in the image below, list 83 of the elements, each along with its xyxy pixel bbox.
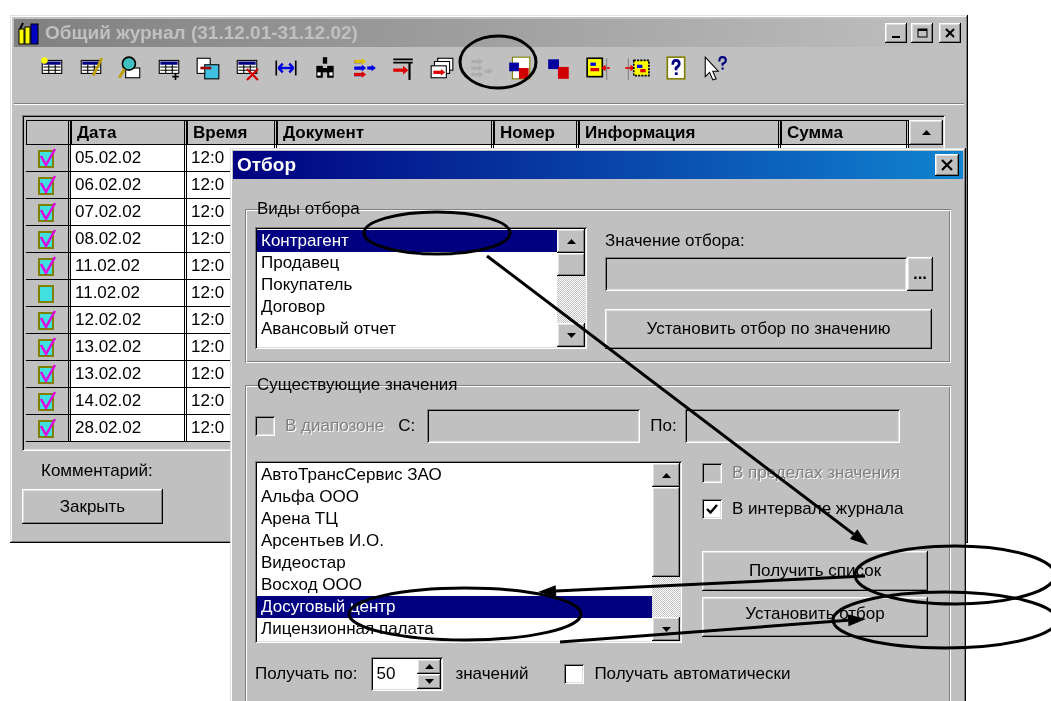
copy-icon xyxy=(194,55,221,81)
scroll-up-button[interactable] xyxy=(652,463,680,487)
panel-arrow-icon xyxy=(584,55,611,81)
column-header[interactable]: Сумма xyxy=(781,120,909,145)
spin-value: 50 xyxy=(375,663,397,685)
minimize-button[interactable] xyxy=(885,23,907,43)
scrollbar-thumb[interactable] xyxy=(652,487,680,577)
field-label: По: xyxy=(650,416,677,436)
list-item[interactable]: Арсентьев И.О. xyxy=(257,530,652,552)
list-box[interactable]: Контрагент Продавец Покупатель Договор Авансовый отчет xyxy=(255,227,587,349)
column-header[interactable]: Информация xyxy=(579,120,781,145)
close-button[interactable] xyxy=(935,154,959,176)
posted-document-icon xyxy=(37,309,57,331)
scroll-up-icon xyxy=(921,130,931,135)
posted-document-icon xyxy=(37,255,57,277)
field-label: Получать по: xyxy=(255,664,358,684)
posted-document-icon xyxy=(37,174,57,196)
column-header[interactable]: Время xyxy=(187,120,277,145)
browse-button[interactable]: ... xyxy=(907,257,933,291)
checkbox-label: В диапозоне xyxy=(285,416,385,436)
column-header[interactable]: Номер xyxy=(494,120,579,145)
table-cell: 11.02.02 xyxy=(71,253,187,280)
posted-document-icon xyxy=(37,147,57,169)
list-item[interactable]: Альфа ООО xyxy=(257,486,652,508)
table-cell: 07.02.02 xyxy=(71,199,187,226)
list-item[interactable]: Досуговый центр xyxy=(257,596,652,618)
table-cell: 13.02.02 xyxy=(71,334,187,361)
table-cell: 14.02.02 xyxy=(71,388,187,415)
column-header[interactable]: Дата xyxy=(71,120,187,145)
field-label: Значение отбора: xyxy=(605,231,746,251)
close-icon xyxy=(941,159,953,171)
checkbox[interactable] xyxy=(564,664,585,684)
table-cell: 11.02.02 xyxy=(71,280,187,307)
scroll-up-icon xyxy=(661,472,671,478)
spin-down-button[interactable] xyxy=(417,674,442,689)
posted-document-icon xyxy=(37,228,57,250)
scroll-down-button[interactable] xyxy=(557,323,585,347)
scroll-up-button[interactable] xyxy=(909,120,943,145)
close-icon xyxy=(945,28,955,38)
maximize-icon xyxy=(916,28,928,38)
document-blocks-icon xyxy=(506,55,533,81)
panel-arrow-icon xyxy=(623,55,650,81)
close-button[interactable]: Закрыть xyxy=(22,489,163,524)
check-icon xyxy=(706,503,718,515)
scroll-down-icon xyxy=(661,626,671,632)
posted-document-icon xyxy=(37,417,57,439)
posted-document-icon xyxy=(37,201,57,223)
posted-document-icon xyxy=(37,390,57,412)
scroll-up-icon xyxy=(424,664,434,669)
minimize-icon xyxy=(892,35,900,38)
scroll-up-button[interactable] xyxy=(557,229,585,253)
table-cell: 08.02.02 xyxy=(71,226,187,253)
windows-icon xyxy=(428,55,455,81)
table-cell: 05.02.02 xyxy=(71,145,187,172)
list-item[interactable]: АвтоТрансСервис ЗАО xyxy=(257,464,652,486)
scroll-up-icon xyxy=(566,238,576,244)
magnifier-icon xyxy=(116,55,143,81)
table-cell: 13.02.02 xyxy=(71,361,187,388)
close-button[interactable] xyxy=(939,23,961,43)
table-cell: 12.02.02 xyxy=(71,307,187,334)
scroll-down-icon xyxy=(424,679,434,684)
apply-value-button[interactable]: Установить отбор по значению xyxy=(605,309,932,349)
comment-label: Комментарий: xyxy=(40,461,153,481)
list-item[interactable]: Арена ТЦ xyxy=(257,508,652,530)
spin-box[interactable]: 50 xyxy=(371,657,444,691)
scroll-down-icon xyxy=(566,332,576,338)
posted-document-icon xyxy=(37,336,57,358)
posted-document-icon xyxy=(37,363,57,385)
maximize-button[interactable] xyxy=(911,23,933,43)
column-header[interactable]: Документ xyxy=(277,120,494,145)
table-cell: 28.02.02 xyxy=(71,415,187,442)
app-icon xyxy=(17,21,41,45)
field-label: С: xyxy=(398,416,416,436)
spin-up-button[interactable] xyxy=(417,659,442,674)
document-icon xyxy=(37,282,57,304)
list-item[interactable]: Видеостар xyxy=(257,552,652,574)
list-item[interactable]: Контрагент xyxy=(257,230,557,252)
checkbox[interactable] xyxy=(702,499,722,519)
list-item[interactable]: Восход ООО xyxy=(257,574,652,596)
scrollbar-thumb[interactable] xyxy=(557,253,585,276)
table-cell: 06.02.02 xyxy=(71,172,187,199)
checkbox-label: Получать автоматически xyxy=(594,664,791,684)
field-label: значений xyxy=(455,664,529,684)
